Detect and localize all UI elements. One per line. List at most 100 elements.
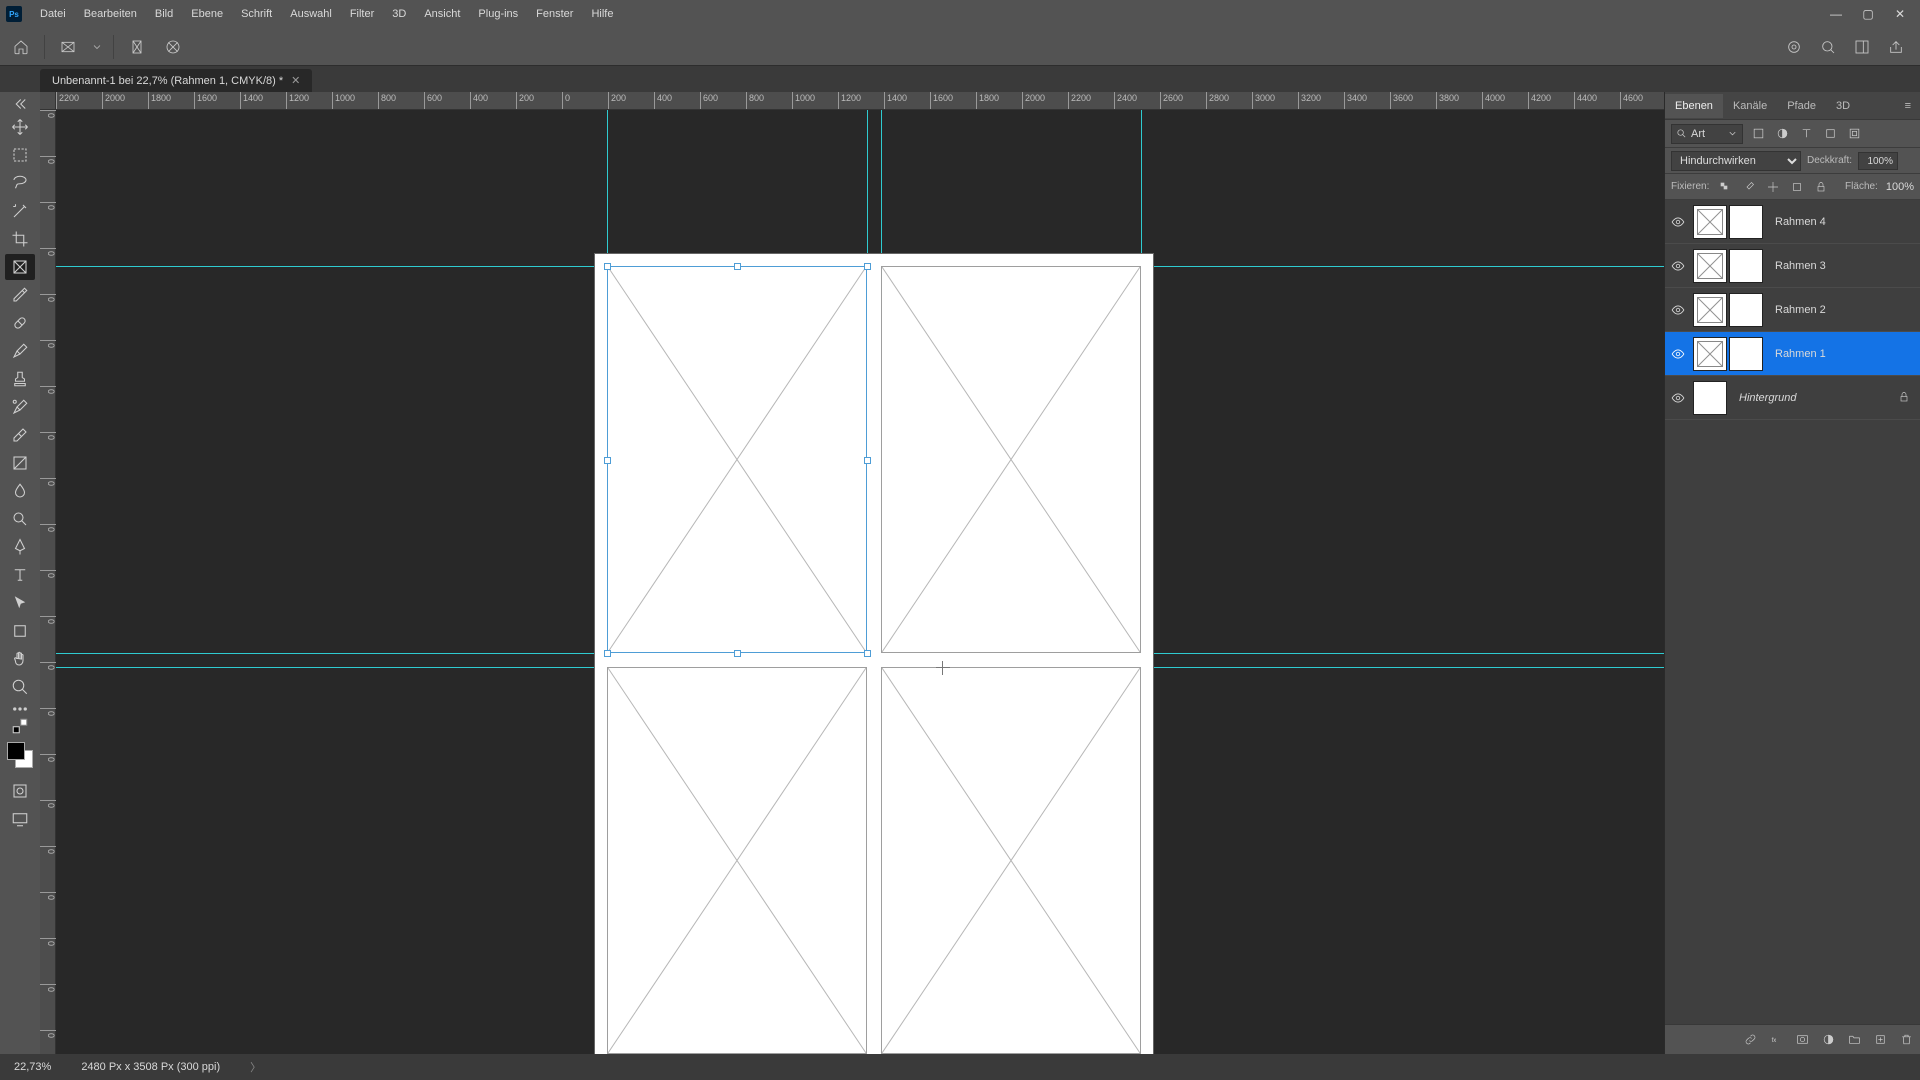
opacity-value[interactable]: 100%	[1858, 152, 1898, 170]
panel-tab-ebenen[interactable]: Ebenen	[1665, 94, 1723, 118]
layer-row[interactable]: Rahmen 3	[1665, 244, 1920, 288]
chevron-down-icon[interactable]	[91, 34, 103, 60]
transform-handle[interactable]	[864, 650, 871, 657]
layer-row[interactable]: Rahmen 2	[1665, 288, 1920, 332]
quickmask-icon[interactable]	[5, 778, 35, 804]
more-tools-icon[interactable]	[5, 702, 35, 716]
lock-all-icon[interactable]	[1813, 179, 1829, 195]
transform-handle[interactable]	[864, 457, 871, 464]
frame-3[interactable]	[607, 667, 867, 1054]
panel-tab-pfade[interactable]: Pfade	[1777, 94, 1826, 118]
history-brush-tool[interactable]	[5, 394, 35, 420]
layer-row[interactable]: Hintergrund	[1665, 376, 1920, 420]
filter-pixel-icon[interactable]	[1749, 125, 1767, 143]
stamp-tool[interactable]	[5, 366, 35, 392]
foreground-color[interactable]	[7, 742, 25, 760]
mask-icon[interactable]	[1794, 1032, 1810, 1048]
layer-name[interactable]: Rahmen 4	[1769, 216, 1916, 228]
layer-thumbnail[interactable]	[1693, 337, 1727, 371]
search-icon[interactable]	[1818, 34, 1838, 60]
eraser-tool[interactable]	[5, 422, 35, 448]
panel-tab-kanäle[interactable]: Kanäle	[1723, 94, 1777, 118]
gradient-tool[interactable]	[5, 450, 35, 476]
trash-icon[interactable]	[1898, 1032, 1914, 1048]
status-doc-info[interactable]: 2480 Px x 3508 Px (300 ppi)	[81, 1061, 220, 1073]
frame-aspect-icon[interactable]	[55, 34, 81, 60]
layer-name[interactable]: Rahmen 3	[1769, 260, 1916, 272]
lock-icon[interactable]	[1898, 391, 1912, 405]
visibility-icon[interactable]	[1669, 257, 1687, 275]
menu-datei[interactable]: Datei	[32, 4, 74, 24]
screenmode-icon[interactable]	[5, 806, 35, 832]
type-tool[interactable]	[5, 562, 35, 588]
layer-thumbnail[interactable]	[1693, 249, 1727, 283]
eyedropper-tool[interactable]	[5, 282, 35, 308]
fill-value[interactable]: 100%	[1886, 181, 1914, 193]
ruler-origin[interactable]	[40, 92, 56, 110]
menu-hilfe[interactable]: Hilfe	[583, 4, 621, 24]
frame-tool[interactable]	[5, 254, 35, 280]
fx-icon[interactable]: fx	[1768, 1032, 1784, 1048]
panel-menu-icon[interactable]: ≡	[1895, 94, 1920, 118]
close-document-icon[interactable]: ✕	[291, 74, 300, 87]
layer-name[interactable]: Rahmen 2	[1769, 304, 1916, 316]
frame-circle-icon[interactable]	[160, 34, 186, 60]
lock-pixels-icon[interactable]	[1741, 179, 1757, 195]
new-layer-icon[interactable]	[1872, 1032, 1888, 1048]
menu-ansicht[interactable]: Ansicht	[416, 4, 468, 24]
lock-transparent-icon[interactable]	[1717, 179, 1733, 195]
frame-vertical-icon[interactable]	[124, 34, 150, 60]
lasso-tool[interactable]	[5, 170, 35, 196]
crop-tool[interactable]	[5, 226, 35, 252]
wand-tool[interactable]	[5, 198, 35, 224]
transform-handle[interactable]	[604, 457, 611, 464]
document-tab[interactable]: Unbenannt-1 bei 22,7% (Rahmen 1, CMYK/8)…	[40, 69, 312, 92]
visibility-icon[interactable]	[1669, 301, 1687, 319]
layer-name[interactable]: Rahmen 1	[1769, 348, 1916, 360]
hand-tool[interactable]	[5, 646, 35, 672]
transform-handle[interactable]	[604, 650, 611, 657]
menu-bearbeiten[interactable]: Bearbeiten	[76, 4, 145, 24]
layer-content-thumbnail[interactable]	[1729, 293, 1763, 327]
menu-schrift[interactable]: Schrift	[233, 4, 280, 24]
layer-content-thumbnail[interactable]	[1729, 249, 1763, 283]
transform-handle[interactable]	[734, 650, 741, 657]
layer-content-thumbnail[interactable]	[1729, 205, 1763, 239]
viewport[interactable]	[56, 110, 1664, 1054]
layer-row[interactable]: Rahmen 4	[1665, 200, 1920, 244]
maximize-button[interactable]: ▢	[1854, 3, 1882, 25]
visibility-icon[interactable]	[1669, 345, 1687, 363]
close-button[interactable]: ✕	[1886, 3, 1914, 25]
menu-fenster[interactable]: Fenster	[528, 4, 581, 24]
shape-tool[interactable]	[5, 618, 35, 644]
visibility-icon[interactable]	[1669, 213, 1687, 231]
menu-bild[interactable]: Bild	[147, 4, 181, 24]
zoom-tool[interactable]	[5, 674, 35, 700]
move-tool[interactable]	[5, 114, 35, 140]
filter-shape-icon[interactable]	[1821, 125, 1839, 143]
swap-colors-icon[interactable]	[5, 718, 35, 734]
status-zoom[interactable]: 22,73%	[14, 1061, 51, 1073]
marquee-tool[interactable]	[5, 142, 35, 168]
lock-position-icon[interactable]	[1765, 179, 1781, 195]
layer-thumbnail[interactable]	[1693, 381, 1727, 415]
horizontal-ruler[interactable]: 2200200018001600140012001000800600400200…	[56, 92, 1664, 110]
layer-thumbnail[interactable]	[1693, 205, 1727, 239]
status-chevron-icon[interactable]: 〉	[250, 1059, 261, 1075]
minimize-button[interactable]: —	[1822, 3, 1850, 25]
adjustment-icon[interactable]	[1820, 1032, 1836, 1048]
vertical-ruler[interactable]: 000000000000000000000000000000	[40, 110, 56, 1054]
menu-auswahl[interactable]: Auswahl	[282, 4, 340, 24]
pen-tool[interactable]	[5, 534, 35, 560]
brush-tool[interactable]	[5, 338, 35, 364]
layer-thumbnail[interactable]	[1693, 293, 1727, 327]
cloud-icon[interactable]	[1784, 34, 1804, 60]
color-swatches[interactable]	[7, 742, 33, 768]
layer-search[interactable]: Art	[1671, 124, 1743, 144]
heal-tool[interactable]	[5, 310, 35, 336]
canvas-area[interactable]: 2200200018001600140012001000800600400200…	[40, 92, 1664, 1054]
visibility-icon[interactable]	[1669, 389, 1687, 407]
group-icon[interactable]	[1846, 1032, 1862, 1048]
lock-artboard-icon[interactable]	[1789, 179, 1805, 195]
link-icon[interactable]	[1742, 1032, 1758, 1048]
